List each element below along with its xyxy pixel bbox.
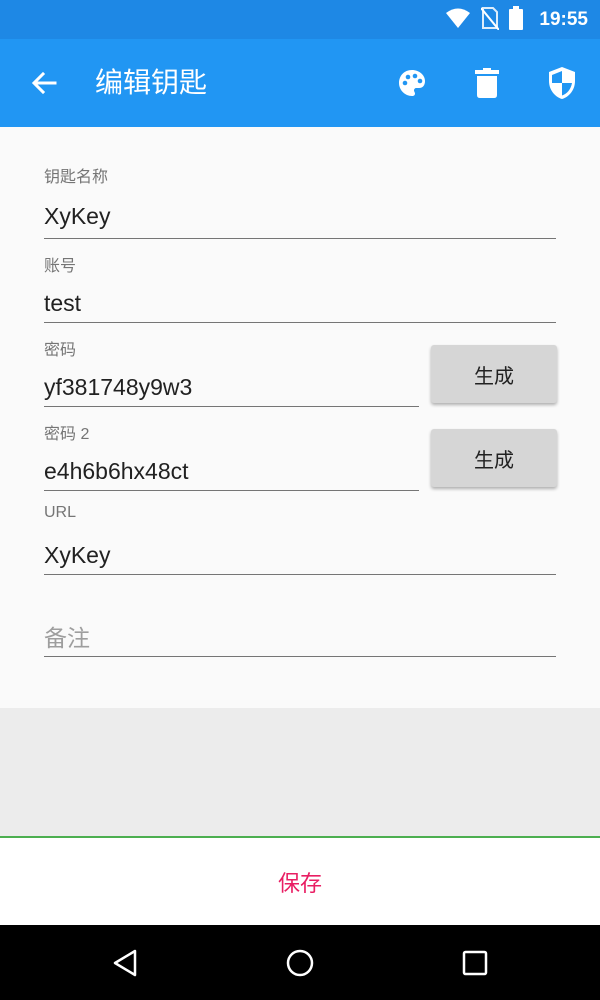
save-bar: 保存 bbox=[0, 836, 600, 925]
page-title: 编辑钥匙 bbox=[95, 66, 208, 99]
back-triangle-icon bbox=[113, 949, 137, 977]
password-input[interactable]: yf381748y9w3 bbox=[44, 374, 192, 401]
account-underline bbox=[44, 322, 556, 323]
back-button[interactable] bbox=[22, 61, 66, 105]
url-field: URL XyKey bbox=[44, 504, 556, 576]
password-label: 密码 bbox=[44, 342, 77, 359]
wifi-icon bbox=[445, 7, 471, 33]
note-input[interactable]: 备注 bbox=[44, 619, 90, 653]
generate-password-button[interactable]: 生成 bbox=[431, 345, 557, 403]
password2-field: 密码 2 e4h6b6hx48ct bbox=[44, 420, 419, 492]
note-field: 备注 bbox=[44, 617, 556, 662]
status-bar: 19:55 bbox=[0, 0, 600, 39]
key-edit-form: 钥匙名称 XyKey 账号 test 密码 yf381748y9w3 生成 密码… bbox=[0, 127, 600, 708]
password-underline bbox=[44, 406, 419, 407]
battery-icon bbox=[509, 5, 524, 34]
palette-icon bbox=[399, 70, 425, 96]
account-label: 账号 bbox=[44, 258, 77, 275]
key-name-field: 钥匙名称 XyKey bbox=[44, 163, 556, 239]
key-name-underline bbox=[44, 238, 556, 239]
delete-button[interactable] bbox=[465, 61, 509, 105]
app-bar: 编辑钥匙 bbox=[0, 39, 600, 127]
back-arrow-icon bbox=[31, 71, 57, 95]
home-circle-icon bbox=[286, 949, 314, 977]
key-name-input[interactable]: XyKey bbox=[44, 203, 110, 230]
nav-back-button[interactable] bbox=[101, 939, 149, 987]
delete-icon bbox=[475, 68, 499, 98]
save-button[interactable]: 保存 bbox=[0, 838, 600, 925]
generate-password2-button[interactable]: 生成 bbox=[431, 429, 557, 487]
password2-label: 密码 2 bbox=[44, 426, 90, 443]
note-underline bbox=[44, 656, 556, 657]
password2-underline bbox=[44, 490, 419, 491]
color-button[interactable] bbox=[390, 61, 434, 105]
url-label: URL bbox=[44, 504, 77, 521]
no-sim-icon bbox=[480, 6, 501, 34]
url-input[interactable]: XyKey bbox=[44, 542, 110, 569]
url-underline bbox=[44, 574, 556, 575]
nav-home-button[interactable] bbox=[276, 939, 324, 987]
recents-square-icon bbox=[462, 950, 488, 976]
navigation-bar bbox=[0, 925, 600, 1000]
account-input[interactable]: test bbox=[44, 290, 81, 317]
status-icons: 19:55 bbox=[445, 0, 588, 39]
account-field: 账号 test bbox=[44, 252, 556, 324]
shield-icon bbox=[549, 67, 575, 99]
status-time: 19:55 bbox=[539, 8, 588, 30]
key-name-label: 钥匙名称 bbox=[44, 169, 109, 186]
nav-recents-button[interactable] bbox=[451, 939, 499, 987]
password2-input[interactable]: e4h6b6hx48ct bbox=[44, 458, 189, 485]
password-field: 密码 yf381748y9w3 bbox=[44, 336, 419, 408]
empty-area bbox=[0, 708, 600, 836]
security-button[interactable] bbox=[540, 61, 584, 105]
